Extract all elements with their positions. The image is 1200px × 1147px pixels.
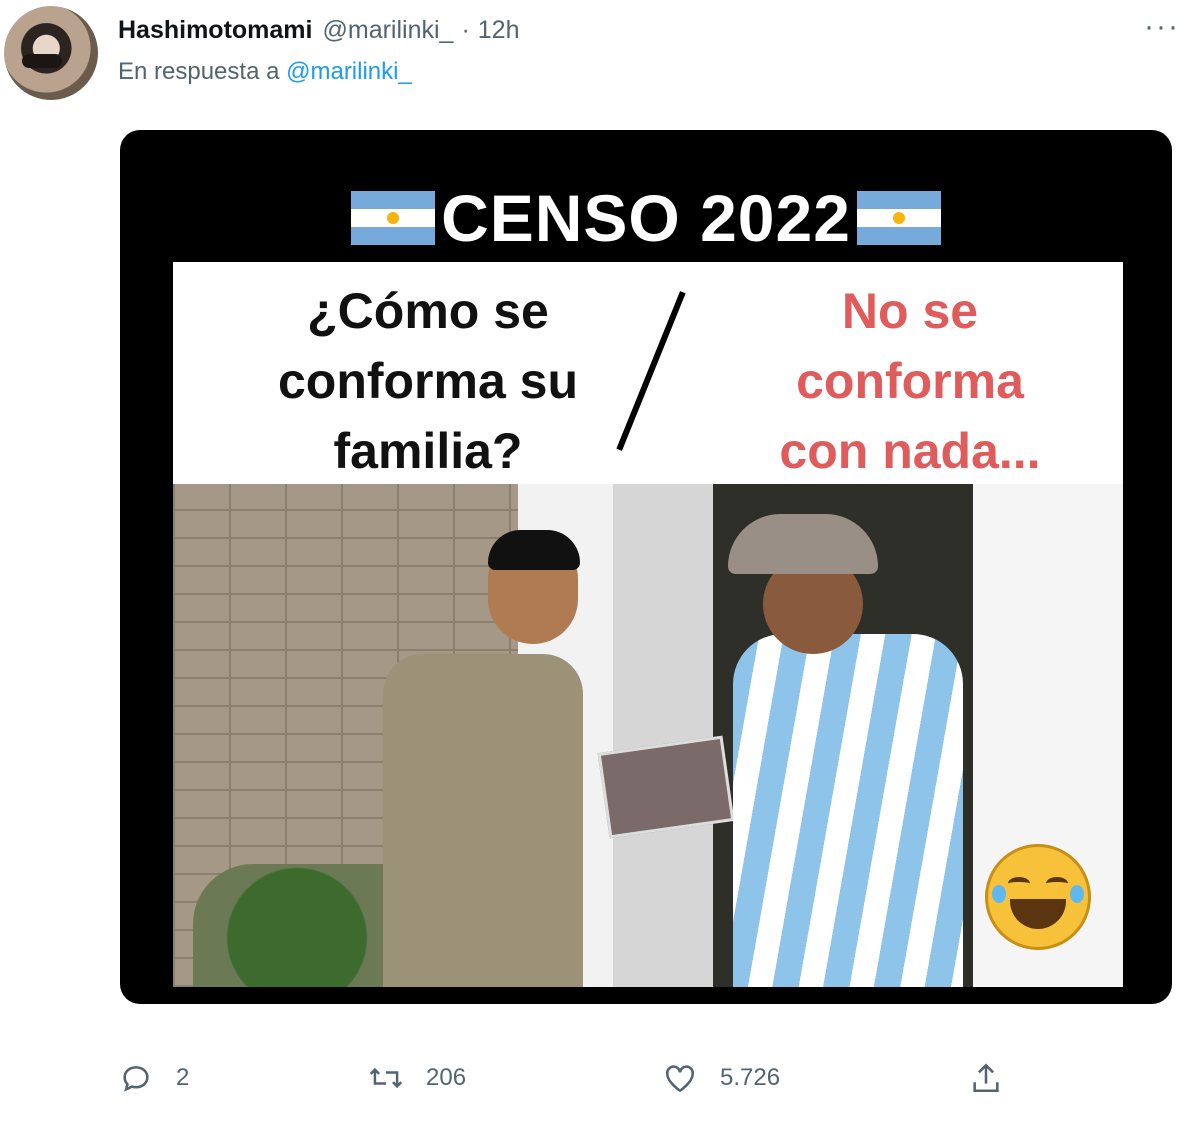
user-handle[interactable]: @marilinki_ (322, 16, 453, 45)
reply-context: En respuesta a @marilinki_ (118, 58, 412, 86)
meme-title: CENSO 2022 (441, 181, 851, 255)
like-count: 5.726 (720, 1064, 781, 1091)
reply-count: 2 (176, 1064, 190, 1091)
share-icon (968, 1060, 1004, 1096)
retweet-button[interactable]: 206 (368, 1060, 466, 1096)
retweet-count: 206 (426, 1064, 467, 1091)
laughing-emoji-icon (985, 844, 1091, 950)
meme-panel: ¿Cómo se conforma su familia? No se conf… (173, 262, 1123, 987)
meme-title-row: CENSO 2022 (120, 178, 1172, 258)
meme-photo (173, 484, 1123, 987)
argentina-flag-icon (856, 191, 941, 245)
reply-button[interactable]: 2 (118, 1060, 189, 1096)
display-name[interactable]: Hashimotomami (118, 16, 312, 45)
argentina-flag-icon (351, 191, 436, 245)
more-icon[interactable]: ··· (1144, 12, 1180, 42)
like-button[interactable]: 5.726 (662, 1060, 780, 1096)
timestamp[interactable]: 12h (478, 16, 520, 45)
meme-question-text: ¿Cómo se conforma su familia? (277, 283, 579, 479)
meme-punchline-text: No se conforma con nada... (779, 283, 1041, 479)
separator-dot: · (461, 15, 470, 44)
tweet-image[interactable]: CENSO 2022 ¿Cómo se conforma su familia?… (120, 130, 1172, 1004)
tweet-actions: 2 206 5.726 (118, 1060, 1118, 1110)
tweet-header: Hashimotomami @marilinki_ · 12h (118, 10, 1180, 50)
share-button[interactable] (968, 1060, 1004, 1096)
reply-prefix: En respuesta a (118, 58, 280, 85)
divider-slash (616, 291, 686, 451)
reply-mention-link[interactable]: @marilinki_ (286, 58, 412, 85)
reply-icon (118, 1060, 154, 1096)
like-icon (662, 1060, 698, 1096)
retweet-icon (368, 1060, 404, 1096)
avatar[interactable] (4, 6, 98, 100)
